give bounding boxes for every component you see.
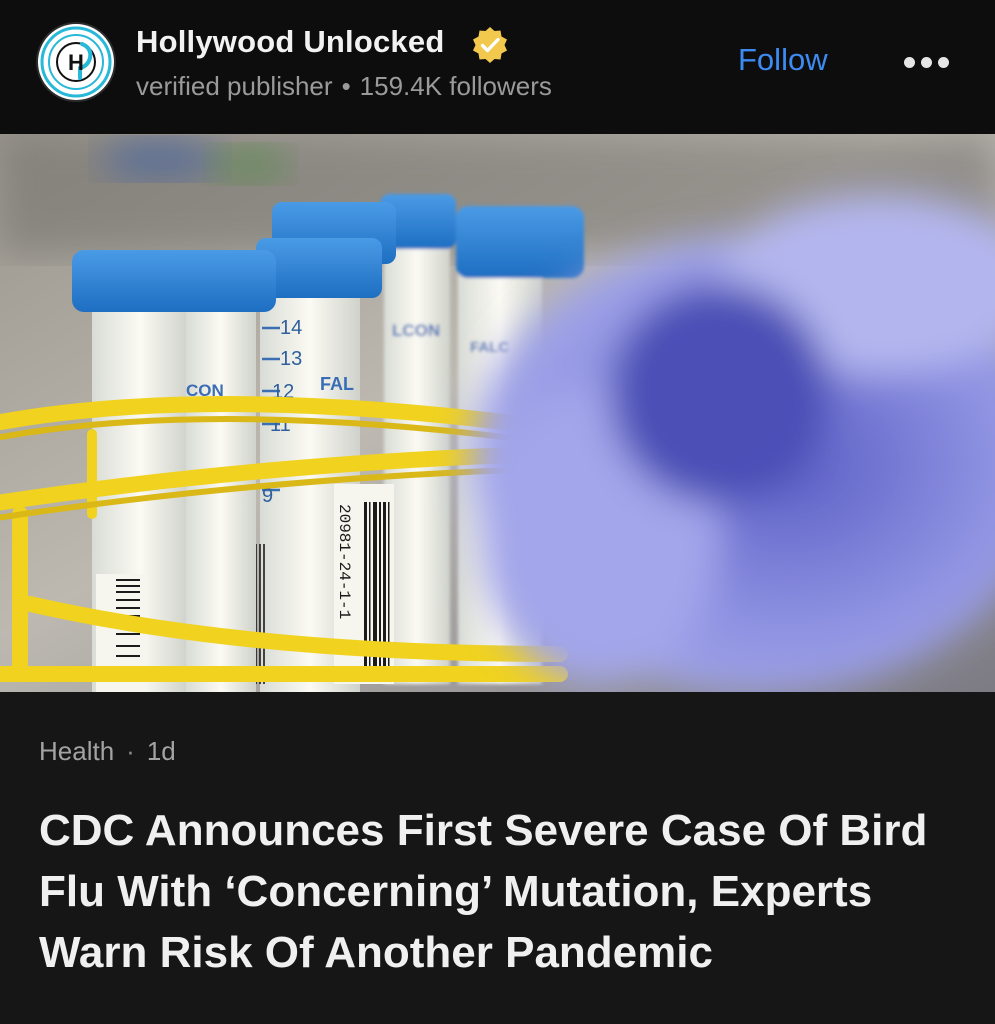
test-tubes-photo: LCON FALC 14 13 12 11 9 FAL 20981-24-1-1… bbox=[0, 134, 995, 692]
article-headline[interactable]: CDC Announces First Severe Case Of Bird … bbox=[39, 800, 969, 983]
publisher-logo-icon: H bbox=[40, 26, 112, 98]
publisher-name[interactable]: Hollywood Unlocked bbox=[136, 24, 444, 60]
article-age: 1d bbox=[146, 736, 176, 766]
verified-publisher-label: verified publisher bbox=[136, 71, 333, 101]
article-meta: Health · 1d bbox=[39, 736, 176, 767]
tube-mark: 13 bbox=[280, 348, 302, 370]
verified-badge-icon bbox=[473, 27, 507, 63]
publisher-header: H Hollywood Unlocked verified publisher •… bbox=[0, 0, 995, 134]
more-options-icon[interactable] bbox=[900, 50, 952, 78]
meta-separator: • bbox=[341, 71, 351, 101]
tube-brand: FALC bbox=[470, 339, 509, 356]
publisher-logo[interactable]: H bbox=[38, 24, 114, 100]
publisher-meta: verified publisher • 159.4K followers bbox=[136, 71, 552, 102]
followers-count: 159.4K followers bbox=[359, 71, 552, 101]
meta-dot: · bbox=[126, 736, 135, 766]
follow-button[interactable]: Follow bbox=[738, 42, 828, 78]
article-card[interactable]: H Hollywood Unlocked verified publisher •… bbox=[0, 0, 995, 1024]
article-image[interactable]: LCON FALC 14 13 12 11 9 FAL 20981-24-1-1… bbox=[0, 134, 995, 692]
logo-letter: H bbox=[68, 50, 84, 75]
article-category[interactable]: Health bbox=[39, 736, 114, 766]
tube-brand: FAL bbox=[320, 374, 354, 394]
barcode-text: 20981-24-1-1 bbox=[335, 504, 353, 619]
tube-brand: LCON bbox=[392, 321, 440, 340]
tube-mark: 14 bbox=[280, 317, 302, 339]
